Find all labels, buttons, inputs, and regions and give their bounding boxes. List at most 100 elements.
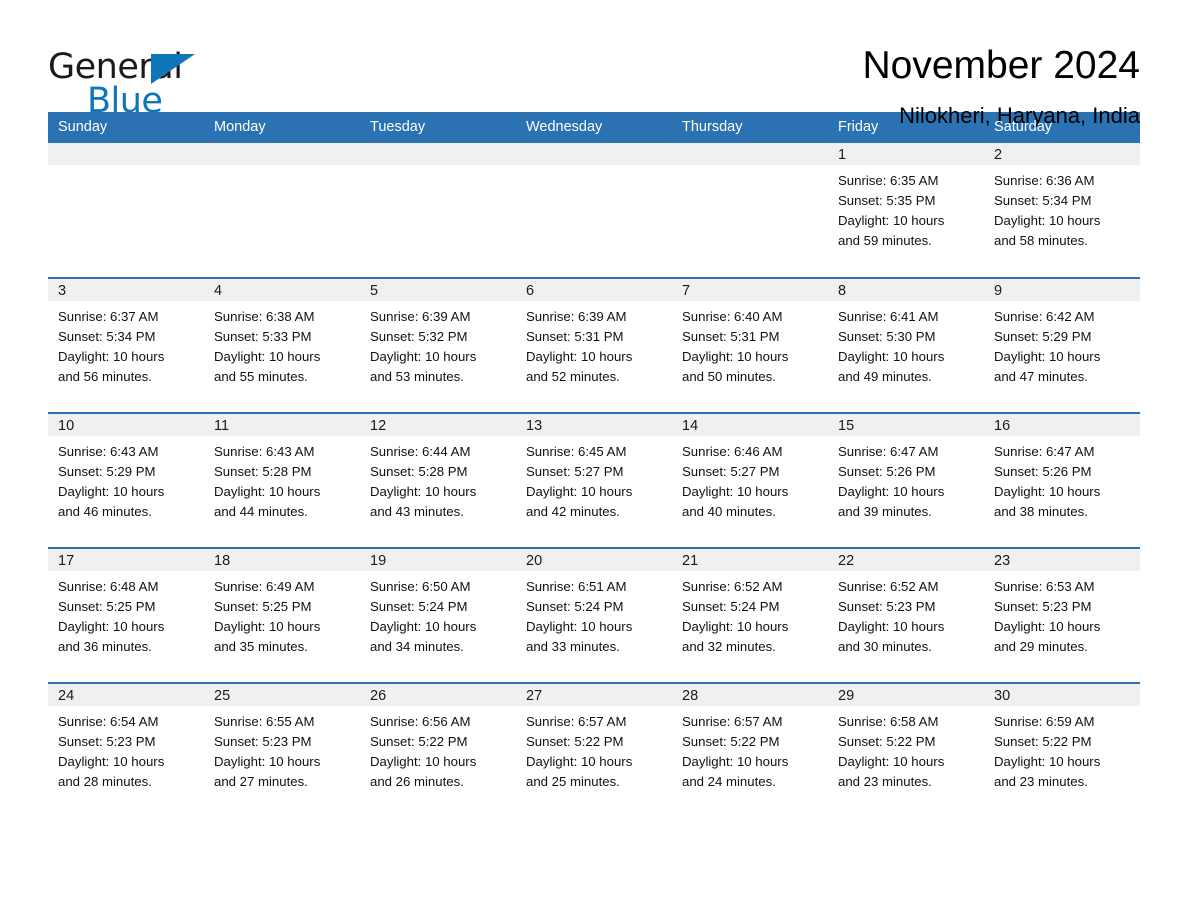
daylight-text: Daylight: 10 hours (370, 754, 477, 769)
day-number: 26 (360, 684, 516, 706)
calendar-day-cell[interactable]: 3 Sunrise: 6:37 AM Sunset: 5:34 PM Daylight… (48, 277, 204, 413)
day-number: 7 (672, 279, 828, 301)
day-details: Sunrise: 6:41 AM Sunset: 5:30 PM Daylight:… (828, 301, 984, 387)
calendar-day-cell[interactable]: 4 Sunrise: 6:38 AM Sunset: 5:33 PM Daylight… (204, 277, 360, 413)
sunset-text: Sunset: 5:28 PM (370, 464, 468, 479)
triangle-icon (151, 54, 195, 84)
daylight-text: Daylight: 10 hours (214, 619, 321, 634)
calendar-day-cell[interactable]: 23 Sunrise: 6:53 AM Sunset: 5:23 PM Dayligh… (984, 547, 1140, 683)
calendar-day-cell[interactable]: 21 Sunrise: 6:52 AM Sunset: 5:24 PM Dayligh… (672, 547, 828, 683)
calendar-day-cell[interactable]: 12 Sunrise: 6:44 AM Sunset: 5:28 PM Dayligh… (360, 412, 516, 548)
calendar-day-cell[interactable]: 16 Sunrise: 6:47 AM Sunset: 5:26 PM Dayligh… (984, 412, 1140, 548)
title-block: November 2024 Nilokheri, Haryana, India (863, 42, 1141, 129)
daylight-text: and 28 minutes. (58, 774, 152, 789)
calendar-day-cell[interactable]: 2 Sunrise: 6:36 AM Sunset: 5:34 PM Daylight… (984, 143, 1140, 278)
calendar-day-cell[interactable]: 17 Sunrise: 6:48 AM Sunset: 5:25 PM Dayligh… (48, 547, 204, 683)
daylight-text: Daylight: 10 hours (994, 484, 1101, 499)
calendar-day-cell[interactable]: 11 Sunrise: 6:43 AM Sunset: 5:28 PM Dayligh… (204, 412, 360, 548)
sunrise-text: Sunrise: 6:47 AM (838, 444, 939, 459)
sunrise-text: Sunrise: 6:39 AM (370, 309, 471, 324)
daylight-text: and 47 minutes. (994, 369, 1088, 384)
calendar-day-cell-empty (48, 143, 204, 278)
day-number (48, 143, 204, 165)
calendar-day-cell[interactable]: 10 Sunrise: 6:43 AM Sunset: 5:29 PM Dayligh… (48, 412, 204, 548)
calendar-day-cell[interactable]: 15 Sunrise: 6:47 AM Sunset: 5:26 PM Dayligh… (828, 412, 984, 548)
calendar-day-cell[interactable]: 7 Sunrise: 6:40 AM Sunset: 5:31 PM Daylight… (672, 277, 828, 413)
calendar-day-cell[interactable]: 22 Sunrise: 6:52 AM Sunset: 5:23 PM Dayligh… (828, 547, 984, 683)
calendar-day-cell[interactable]: 8 Sunrise: 6:41 AM Sunset: 5:30 PM Daylight… (828, 277, 984, 413)
sunrise-text: Sunrise: 6:57 AM (682, 714, 783, 729)
calendar-day-cell-empty (360, 143, 516, 278)
calendar-day-cell[interactable]: 6 Sunrise: 6:39 AM Sunset: 5:31 PM Daylight… (516, 277, 672, 413)
daylight-text: and 39 minutes. (838, 504, 932, 519)
sunset-text: Sunset: 5:27 PM (682, 464, 780, 479)
day-number: 19 (360, 549, 516, 571)
day-number: 24 (48, 684, 204, 706)
calendar-day-cell[interactable]: 19 Sunrise: 6:50 AM Sunset: 5:24 PM Dayligh… (360, 547, 516, 683)
daylight-text: and 43 minutes. (370, 504, 464, 519)
calendar-day-cell[interactable]: 26 Sunrise: 6:56 AM Sunset: 5:22 PM Dayligh… (360, 682, 516, 818)
daylight-text: Daylight: 10 hours (994, 213, 1101, 228)
day-details: Sunrise: 6:56 AM Sunset: 5:22 PM Daylight:… (360, 706, 516, 792)
day-number: 5 (360, 279, 516, 301)
calendar-day-cell[interactable]: 13 Sunrise: 6:45 AM Sunset: 5:27 PM Dayligh… (516, 412, 672, 548)
sunset-text: Sunset: 5:22 PM (682, 734, 780, 749)
day-details (672, 165, 828, 171)
calendar-day-cell[interactable]: 29 Sunrise: 6:58 AM Sunset: 5:22 PM Dayligh… (828, 682, 984, 818)
day-number: 16 (984, 414, 1140, 436)
daylight-text: and 44 minutes. (214, 504, 308, 519)
calendar-day-cell[interactable]: 5 Sunrise: 6:39 AM Sunset: 5:32 PM Daylight… (360, 277, 516, 413)
sunrise-text: Sunrise: 6:52 AM (682, 579, 783, 594)
day-number: 10 (48, 414, 204, 436)
sunset-text: Sunset: 5:23 PM (58, 734, 156, 749)
generalblue-logo[interactable]: General Blue (48, 42, 198, 120)
sunset-text: Sunset: 5:26 PM (838, 464, 936, 479)
sunrise-text: Sunrise: 6:43 AM (58, 444, 159, 459)
day-number: 3 (48, 279, 204, 301)
calendar-day-cell[interactable]: 28 Sunrise: 6:57 AM Sunset: 5:22 PM Dayligh… (672, 682, 828, 818)
day-number: 9 (984, 279, 1140, 301)
calendar-day-cell-empty (672, 143, 828, 278)
day-details (516, 165, 672, 171)
sunset-text: Sunset: 5:35 PM (838, 193, 936, 208)
calendar-day-cell[interactable]: 20 Sunrise: 6:51 AM Sunset: 5:24 PM Dayligh… (516, 547, 672, 683)
day-number: 22 (828, 549, 984, 571)
sunset-text: Sunset: 5:22 PM (838, 734, 936, 749)
calendar-day-cell[interactable]: 30 Sunrise: 6:59 AM Sunset: 5:22 PM Dayligh… (984, 682, 1140, 818)
calendar-day-cell[interactable]: 9 Sunrise: 6:42 AM Sunset: 5:29 PM Daylight… (984, 277, 1140, 413)
sunset-text: Sunset: 5:22 PM (994, 734, 1092, 749)
daylight-text: and 23 minutes. (994, 774, 1088, 789)
day-number: 15 (828, 414, 984, 436)
day-number (204, 143, 360, 165)
calendar-day-cell[interactable]: 14 Sunrise: 6:46 AM Sunset: 5:27 PM Dayligh… (672, 412, 828, 548)
calendar-day-cell[interactable]: 18 Sunrise: 6:49 AM Sunset: 5:25 PM Dayligh… (204, 547, 360, 683)
day-number (516, 143, 672, 165)
daylight-text: and 52 minutes. (526, 369, 620, 384)
calendar-week-row: 17 Sunrise: 6:48 AM Sunset: 5:25 PM Dayligh… (48, 547, 1140, 683)
sunrise-text: Sunrise: 6:53 AM (994, 579, 1095, 594)
sunset-text: Sunset: 5:29 PM (58, 464, 156, 479)
daylight-text: Daylight: 10 hours (682, 349, 789, 364)
day-number (360, 143, 516, 165)
calendar-day-cell[interactable]: 24 Sunrise: 6:54 AM Sunset: 5:23 PM Dayligh… (48, 682, 204, 818)
day-number: 14 (672, 414, 828, 436)
day-number: 18 (204, 549, 360, 571)
daylight-text: Daylight: 10 hours (682, 754, 789, 769)
daylight-text: Daylight: 10 hours (58, 619, 165, 634)
day-details (48, 165, 204, 171)
day-number (672, 143, 828, 165)
daylight-text: and 25 minutes. (526, 774, 620, 789)
daylight-text: and 27 minutes. (214, 774, 308, 789)
daylight-text: and 35 minutes. (214, 639, 308, 654)
calendar-day-cell[interactable]: 1 Sunrise: 6:35 AM Sunset: 5:35 PM Daylight… (828, 143, 984, 278)
day-details: Sunrise: 6:48 AM Sunset: 5:25 PM Daylight:… (48, 571, 204, 657)
calendar-day-cell[interactable]: 27 Sunrise: 6:57 AM Sunset: 5:22 PM Dayligh… (516, 682, 672, 818)
daylight-text: and 38 minutes. (994, 504, 1088, 519)
daylight-text: and 40 minutes. (682, 504, 776, 519)
calendar-day-cell[interactable]: 25 Sunrise: 6:55 AM Sunset: 5:23 PM Dayligh… (204, 682, 360, 818)
day-number: 25 (204, 684, 360, 706)
sunset-text: Sunset: 5:25 PM (214, 599, 312, 614)
sunrise-text: Sunrise: 6:36 AM (994, 173, 1095, 188)
day-details: Sunrise: 6:47 AM Sunset: 5:26 PM Daylight:… (828, 436, 984, 522)
sunset-text: Sunset: 5:22 PM (370, 734, 468, 749)
